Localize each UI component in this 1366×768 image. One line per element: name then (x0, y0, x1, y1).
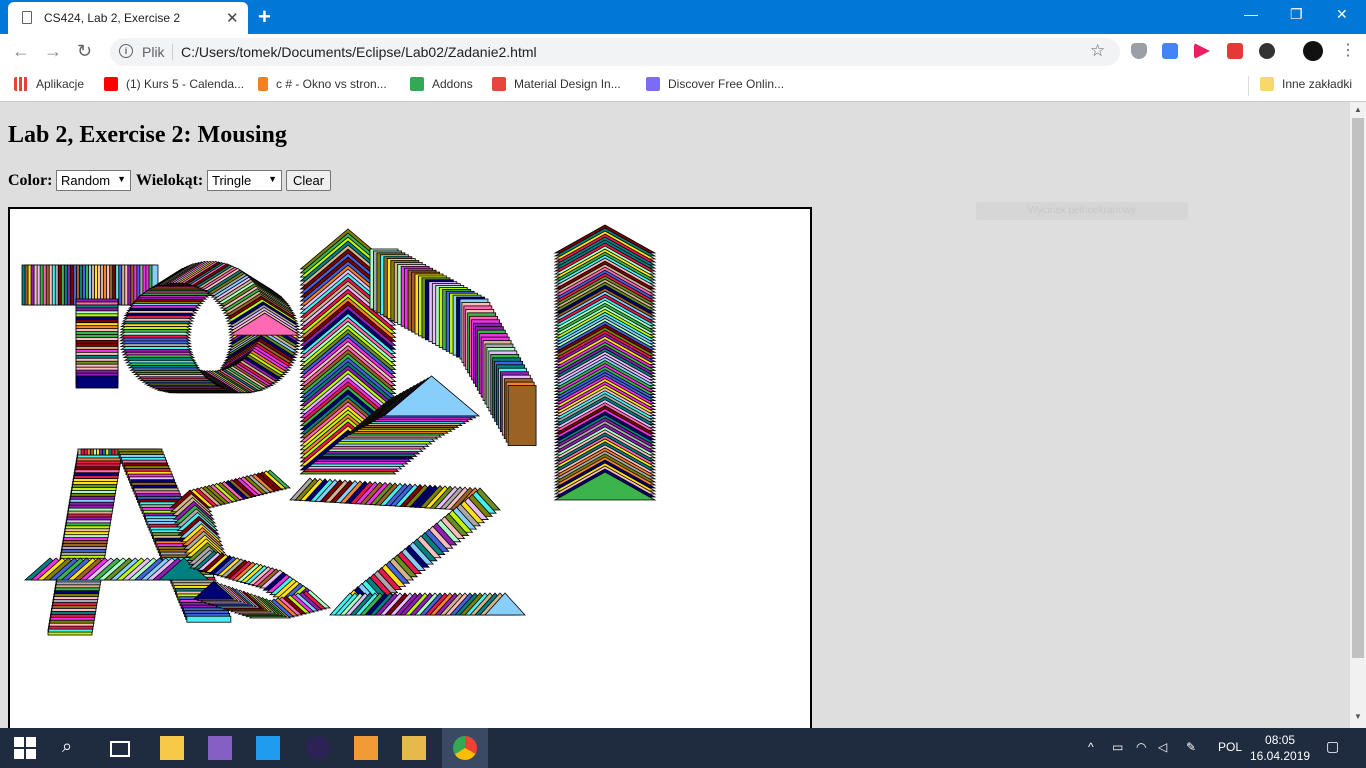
forward-icon[interactable]: → (44, 41, 62, 62)
bookmark-apps[interactable]: Aplikacje (14, 77, 84, 91)
close-window-icon[interactable]: ✕ (1336, 6, 1348, 23)
translate-extension-icon[interactable] (1162, 43, 1178, 59)
avatar[interactable] (1303, 41, 1323, 61)
windows-start-icon[interactable] (14, 737, 36, 759)
sublime-icon[interactable] (354, 736, 378, 760)
video-extension-icon[interactable] (1227, 43, 1243, 59)
clock-time: 08:05 (1265, 733, 1296, 747)
drawing-canvas[interactable] (8, 207, 812, 737)
bookmark-addons[interactable]: Addons (410, 77, 473, 91)
discover-icon (646, 77, 660, 91)
shield-extension-icon[interactable] (1131, 43, 1147, 59)
bookmark-material-design[interactable]: Material Design In... (492, 77, 621, 91)
bookmark-other[interactable]: Inne zakładki (1260, 77, 1352, 91)
scheme-label: Plik (142, 44, 165, 60)
play-extension-icon[interactable] (1194, 43, 1210, 59)
address-bar[interactable]: i Plik C:/Users/tomek/Documents/Eclipse/… (110, 38, 1120, 66)
volume-icon[interactable]: ◁ (1158, 740, 1167, 754)
youtube-icon (104, 77, 118, 91)
chevron-down-icon: ▼ (268, 174, 277, 184)
material-icon (492, 77, 506, 91)
reload-icon[interactable]: ↻ (77, 41, 92, 62)
bookmark-label: Aplikacje (36, 77, 85, 91)
page-scrollbar[interactable]: ▲ ▼ (1350, 102, 1366, 728)
polygon-select-value: Tringle (212, 173, 252, 188)
browser-toolbar: ← → ↻ i Plik C:/Users/tomek/Documents/Ec… (0, 34, 1366, 70)
omnibox-separator (172, 44, 173, 60)
close-tab-icon[interactable]: ✕ (226, 9, 239, 27)
puzzle-icon (410, 77, 424, 91)
bookmark-label: (1) Kurs 5 - Calenda... (126, 77, 245, 91)
new-tab-icon[interactable]: + (258, 4, 271, 30)
url-text[interactable]: C:/Users/tomek/Documents/Eclipse/Lab02/Z… (181, 44, 537, 60)
search-icon[interactable]: ⌕ (62, 736, 86, 760)
visual-studio-icon[interactable] (208, 736, 232, 760)
tab-title: CS424, Lab 2, Exercise 2 (44, 11, 181, 25)
chrome-icon[interactable] (453, 736, 477, 760)
bookmark-star-icon[interactable]: ☆ (1090, 41, 1105, 61)
system-clock[interactable]: 08:05 16.04.2019 (1250, 732, 1310, 764)
taskbar: ⌕ ^ ▭ ◠ ◁ ✎ POL 08:05 16.04.2019 ▢ (0, 728, 1366, 768)
folder-icon (1260, 77, 1274, 91)
language-indicator[interactable]: POL (1218, 740, 1242, 754)
scroll-down-icon[interactable]: ▼ (1354, 712, 1362, 721)
drawn-rectangle (186, 615, 232, 623)
stackoverflow-icon (258, 77, 268, 91)
pen-icon[interactable]: ✎ (1186, 740, 1196, 754)
menu-icon[interactable]: ⋮ (1340, 40, 1356, 60)
back-icon[interactable]: ← (12, 41, 30, 62)
tray-expand-icon[interactable]: ^ (1088, 740, 1094, 754)
snip-tooltip: Wycinek pełnoekranowy (976, 202, 1188, 220)
polygon-label: Wielokąt: (136, 172, 204, 189)
apps-grid-icon (14, 77, 28, 91)
file-explorer-icon[interactable] (160, 736, 184, 760)
notification-extension-icon[interactable] (1259, 43, 1275, 59)
eclipse-icon[interactable] (306, 736, 330, 760)
polygon-select[interactable]: Tringle ▼ (207, 170, 282, 191)
bookmark-label: Inne zakładki (1282, 77, 1353, 91)
color-label: Color: (8, 172, 53, 189)
bookmark-label: Discover Free Onlin... (668, 77, 785, 91)
color-select-value: Random (61, 173, 111, 188)
vscode-icon[interactable] (256, 736, 280, 760)
restore-icon[interactable]: ❐ (1290, 6, 1303, 23)
battery-icon[interactable]: ▭ (1112, 740, 1123, 754)
drawn-rectangle (75, 375, 119, 389)
clock-date: 16.04.2019 (1250, 749, 1311, 763)
title-bar: CS424, Lab 2, Exercise 2 ✕ + — ❐ ✕ (0, 0, 1366, 34)
bookmark-label: Material Design In... (514, 77, 621, 91)
info-icon[interactable]: i (119, 44, 133, 58)
drawn-rectangle (507, 385, 537, 446)
bookmark-label: c # - Okno vs stron... (276, 77, 387, 91)
bookmarks-bar: Aplikacje (1) Kurs 5 - Calenda... c # - … (0, 70, 1366, 102)
browser-tab[interactable]: CS424, Lab 2, Exercise 2 ✕ (8, 2, 248, 34)
page-title: Lab 2, Exercise 2: Mousing (8, 122, 287, 148)
color-select[interactable]: Random ▼ (56, 170, 131, 191)
notifications-icon[interactable]: ▢ (1326, 738, 1339, 755)
database-tool-icon[interactable] (402, 736, 426, 760)
bookmark-discover[interactable]: Discover Free Onlin... (646, 77, 784, 91)
bookmark-label: Addons (432, 77, 473, 91)
chevron-down-icon: ▼ (117, 174, 126, 184)
page-content: Lab 2, Exercise 2: Mousing Color: Random… (0, 102, 1350, 737)
wifi-icon[interactable]: ◠ (1136, 740, 1146, 754)
bookmark-stackoverflow[interactable]: c # - Okno vs stron... (258, 77, 387, 91)
drawn-shapes (21, 224, 657, 636)
page-icon (22, 11, 32, 24)
drawing-surface (21, 224, 657, 636)
scrollbar-thumb[interactable] (1352, 118, 1364, 658)
task-view-icon[interactable] (110, 741, 130, 757)
bookmark-youtube[interactable]: (1) Kurs 5 - Calenda... (104, 77, 244, 91)
minimize-icon[interactable]: — (1244, 6, 1258, 22)
clear-button[interactable]: Clear (286, 170, 332, 191)
bookmark-divider (1248, 76, 1249, 96)
scroll-up-icon[interactable]: ▲ (1354, 105, 1362, 114)
